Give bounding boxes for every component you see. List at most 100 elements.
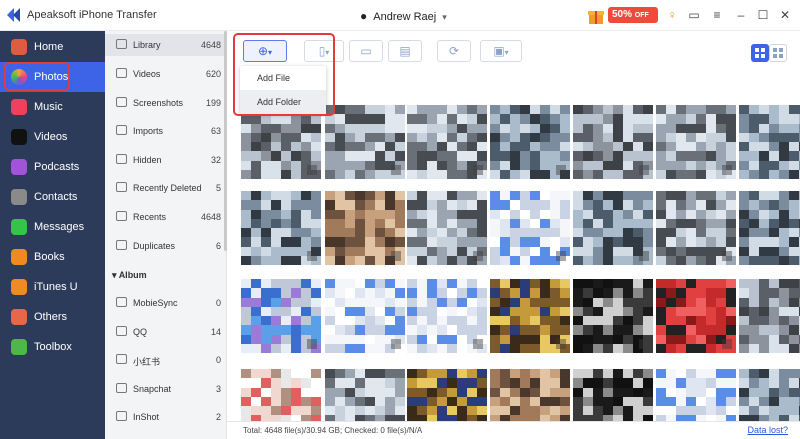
close-icon[interactable]: ✕: [777, 7, 793, 23]
photo-thumbnail[interactable]: [325, 191, 405, 265]
photo-thumbnail[interactable]: [490, 279, 570, 353]
import-icon: [116, 125, 127, 135]
thumbnail-checkbox[interactable]: [473, 339, 483, 349]
photo-thumbnail[interactable]: [739, 105, 800, 179]
photo-thumbnail[interactable]: [656, 105, 736, 179]
photo-thumbnail[interactable]: [407, 369, 487, 421]
thumbnail-pixel: [510, 209, 520, 219]
photo-thumbnail[interactable]: [739, 279, 800, 353]
thumbnail-pixel: [540, 279, 550, 289]
thumbnail-checkbox[interactable]: [473, 251, 483, 261]
photo-thumbnail[interactable]: [573, 369, 653, 421]
photo-thumbnail[interactable]: [490, 105, 570, 179]
album-item-qq[interactable]: QQ 14: [105, 321, 227, 343]
thumbnail-checkbox[interactable]: [722, 251, 732, 261]
thumbnail-checkbox[interactable]: [639, 339, 649, 349]
photo-thumbnail[interactable]: [490, 191, 570, 265]
nav-item-others[interactable]: Others: [0, 302, 105, 332]
sidebar-item-recents[interactable]: Recents 4648: [105, 206, 227, 228]
photo-thumbnail[interactable]: [573, 105, 653, 179]
nav-item-videos[interactable]: Videos: [0, 122, 105, 152]
discount-badge[interactable]: 50% OFF: [608, 7, 658, 23]
maximize-icon[interactable]: ☐: [755, 7, 771, 23]
gift-icon[interactable]: [586, 6, 606, 26]
sidebar-item-recently-deleted[interactable]: Recently Deleted 5: [105, 177, 227, 199]
thumbnail-checkbox[interactable]: [556, 251, 566, 261]
nav-item-home[interactable]: Home: [0, 32, 105, 62]
thumbnail-checkbox[interactable]: [391, 165, 401, 175]
thumbnail-pixel: [769, 297, 779, 307]
minimize-icon[interactable]: –: [733, 7, 749, 23]
device-selector[interactable]: ● Andrew Raej ▾: [360, 9, 447, 23]
data-lost-link[interactable]: Data lost?: [747, 425, 788, 435]
photo-thumbnail[interactable]: [656, 369, 736, 421]
sidebar-item-imports[interactable]: Imports 63: [105, 120, 227, 142]
nav-item-messages[interactable]: Messages: [0, 212, 105, 242]
delete-button[interactable]: ▤: [388, 40, 422, 62]
thumbnail-checkbox[interactable]: [307, 251, 317, 261]
photo-thumbnail[interactable]: [656, 279, 736, 353]
grid-view-icon[interactable]: [751, 44, 769, 62]
photo-thumbnail[interactable]: [407, 105, 487, 179]
photo-thumbnail[interactable]: [241, 105, 321, 179]
photo-thumbnail[interactable]: [325, 369, 405, 421]
thumbnail-pixel: [467, 105, 477, 115]
album-section-header[interactable]: ▾ Album: [112, 270, 147, 281]
thumbnail-checkbox[interactable]: [639, 251, 649, 261]
thumbnail-checkbox[interactable]: [556, 339, 566, 349]
sidebar-item-hidden[interactable]: Hidden 32: [105, 149, 227, 171]
feedback-icon[interactable]: ▭: [686, 7, 702, 23]
toolbox-button[interactable]: ▣▾: [480, 40, 522, 62]
lightbulb-icon[interactable]: ♀: [664, 7, 680, 23]
refresh-button[interactable]: ⟳: [437, 40, 471, 62]
thumbnail-pixel: [355, 369, 365, 379]
thumbnail-checkbox[interactable]: [639, 165, 649, 175]
photo-thumbnail[interactable]: [407, 191, 487, 265]
menu-icon[interactable]: ≡: [709, 7, 725, 23]
photo-thumbnail[interactable]: [407, 279, 487, 353]
nav-item-podcasts[interactable]: Podcasts: [0, 152, 105, 182]
thumbnail-pixel: [241, 406, 251, 416]
album-item-mobiesync[interactable]: MobieSync 0: [105, 292, 227, 314]
thumbnail-checkbox[interactable]: [391, 339, 401, 349]
photo-thumbnail[interactable]: [241, 191, 321, 265]
thumbnail-checkbox[interactable]: [391, 251, 401, 261]
large-grid-view-icon[interactable]: [769, 44, 787, 62]
photo-thumbnail[interactable]: [739, 369, 800, 421]
sidebar-item-library[interactable]: Library 4648: [105, 34, 227, 56]
photo-thumbnail[interactable]: [490, 369, 570, 421]
nav-item-toolbox[interactable]: Toolbox: [0, 332, 105, 362]
thumbnail-pixel: [241, 369, 251, 379]
thumbnail-checkbox[interactable]: [722, 165, 732, 175]
thumbnail-checkbox[interactable]: [556, 165, 566, 175]
nav-item-itunes-u[interactable]: iTunes U: [0, 272, 105, 302]
album-item-inshot[interactable]: InShot 2: [105, 406, 227, 428]
thumbnail-pixel: [583, 378, 593, 388]
sidebar-item-duplicates[interactable]: Duplicates 6: [105, 235, 227, 257]
nav-item-books[interactable]: Books: [0, 242, 105, 272]
thumbnail-pixel: [447, 316, 457, 326]
sidebar-item-videos[interactable]: Videos 620: [105, 63, 227, 85]
album-item-snapchat[interactable]: Snapchat 3: [105, 378, 227, 400]
sidebar-item-screenshots[interactable]: Screenshots 199: [105, 92, 227, 114]
photo-thumbnail[interactable]: [241, 369, 321, 421]
photo-thumbnail[interactable]: [656, 191, 736, 265]
export-to-pc-button[interactable]: ▭: [349, 40, 383, 62]
thumbnail-checkbox[interactable]: [307, 339, 317, 349]
photo-thumbnail[interactable]: [739, 191, 800, 265]
album-item-xiaohongshu[interactable]: 小红书 0: [105, 349, 227, 371]
thumbnail-checkbox[interactable]: [722, 339, 732, 349]
thumbnail-checkbox[interactable]: [473, 165, 483, 175]
thumbnail-pixel: [301, 316, 311, 326]
photo-thumbnail[interactable]: [573, 279, 653, 353]
photo-thumbnail[interactable]: [241, 279, 321, 353]
album-label: MobieSync: [133, 298, 178, 308]
photo-thumbnail[interactable]: [573, 191, 653, 265]
photo-thumbnail[interactable]: [325, 279, 405, 353]
nav-item-contacts[interactable]: Contacts: [0, 182, 105, 212]
thumbnail-checkbox[interactable]: [307, 165, 317, 175]
sidebar-scrollbar[interactable]: [224, 31, 227, 251]
thumbnail-pixel: [769, 325, 779, 335]
photo-thumbnail[interactable]: [325, 105, 405, 179]
nav-item-music[interactable]: Music: [0, 92, 105, 122]
